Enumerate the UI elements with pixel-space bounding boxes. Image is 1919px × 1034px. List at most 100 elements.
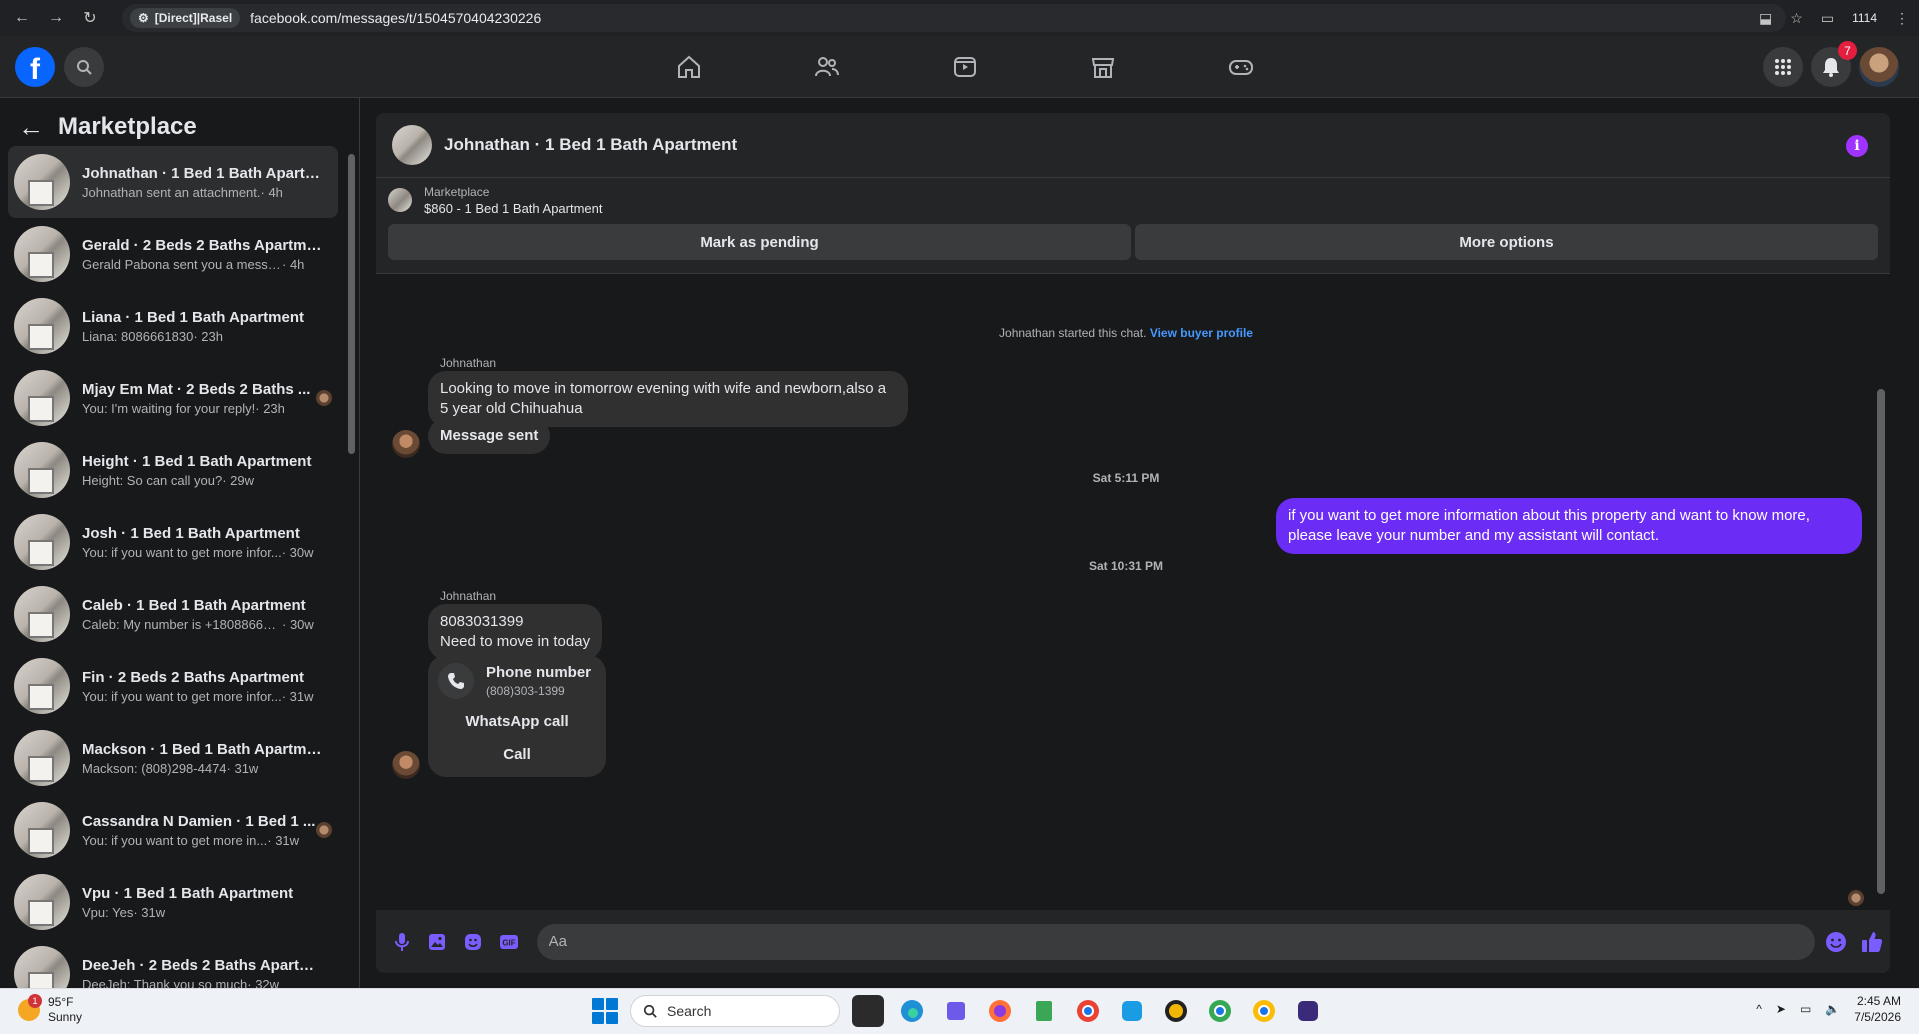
conversation-title: Mackson · 1 Bed 1 Bath Apartment — [82, 740, 322, 758]
composer: GIF — [376, 910, 1890, 973]
video-icon[interactable] — [896, 36, 1034, 98]
conversation-item[interactable]: DeeJeh · 2 Beds 2 Baths Apartm... DeeJeh:… — [8, 938, 338, 988]
mark-as-pending-button[interactable]: Mark as pending — [388, 224, 1131, 260]
listing-banner[interactable]: Marketplace $860 - 1 Bed 1 Bath Apartmen… — [376, 178, 1890, 222]
facebook-logo[interactable]: f — [15, 47, 55, 87]
outgoing-message[interactable]: if you want to get more information abou… — [1276, 498, 1862, 554]
browser-profile-app-icon[interactable] — [1292, 995, 1324, 1027]
conversation-item[interactable]: Mjay Em Mat · 2 Beds 2 Baths ... You: I'm… — [8, 362, 338, 434]
weather-widget[interactable]: 1 95°F Sunny — [18, 994, 82, 1025]
site-info-chip[interactable]: ⚙ [Direct]|Rasel — [130, 8, 241, 28]
chrome-icon-2[interactable] — [1248, 995, 1280, 1027]
conversation-item[interactable]: Caleb · 1 Bed 1 Bath Apartment Caleb: My … — [8, 578, 338, 650]
conversation-preview: Caleb: My number is +180886600... — [82, 616, 282, 632]
listing-avatar[interactable] — [392, 125, 432, 165]
reload-icon[interactable]: ↻ — [78, 6, 102, 30]
windows-start-icon[interactable] — [592, 998, 618, 1024]
vpn-app-icon[interactable] — [1116, 995, 1148, 1027]
chat-started-text: Johnathan started this chat. — [999, 326, 1147, 340]
tray-overflow-icon[interactable]: ^ — [1756, 1002, 1762, 1016]
sidepanel-icon[interactable]: ▭ — [1821, 10, 1834, 27]
bookmark-star-icon[interactable]: ☆ — [1790, 10, 1803, 27]
address-bar[interactable]: ⚙ [Direct]|Rasel facebook.com/messages/t… — [122, 4, 1786, 32]
facebook-topbar: f 7 — [0, 36, 1919, 98]
friends-icon[interactable] — [758, 36, 896, 98]
conversation-item[interactable]: Gerald · 2 Beds 2 Baths Apartme... Gerald… — [8, 218, 338, 290]
menu-kebab-icon[interactable]: ⋮ — [1895, 10, 1909, 27]
sheets-app-icon[interactable] — [1028, 995, 1060, 1027]
gif-icon[interactable]: GIF — [491, 924, 527, 960]
conversation-item[interactable]: Vpu · 1 Bed 1 Bath Apartment Vpu: Yes · 3… — [8, 866, 338, 938]
volume-icon[interactable]: 🔈 — [1825, 1002, 1840, 1016]
phone-number-card: Phone number (808)303-1399 WhatsApp call… — [428, 655, 606, 777]
conversation-item[interactable]: Cassandra N Damien · 1 Bed 1 ... You: if … — [8, 794, 338, 866]
conversation-item[interactable]: Fin · 2 Beds 2 Baths Apartment You: if yo… — [8, 650, 338, 722]
chat-title[interactable]: Johnathan · 1 Bed 1 Bath Apartment — [444, 135, 737, 155]
taskbar-search[interactable]: Search — [630, 995, 840, 1027]
conversation-item[interactable]: Johnathan · 1 Bed 1 Bath Apartm... Johnat… — [8, 146, 338, 218]
sender-name: Johnathan — [440, 589, 497, 603]
firefox-icon[interactable] — [984, 995, 1016, 1027]
more-options-button[interactable]: More options — [1135, 224, 1878, 260]
snipping-tool-icon[interactable] — [940, 995, 972, 1027]
like-thumb-icon[interactable] — [1854, 924, 1890, 960]
sticker-icon[interactable] — [455, 924, 491, 960]
incoming-message-status[interactable]: Message sent — [428, 418, 551, 454]
taskbar-search-label: Search — [667, 1003, 712, 1019]
buyer-avatar[interactable] — [392, 430, 420, 458]
conversation-preview: Liana: 8086661830 — [82, 328, 194, 344]
thread-scrollbar[interactable] — [1876, 274, 1886, 911]
seen-avatar — [316, 822, 332, 838]
conversation-item[interactable]: Liana · 1 Bed 1 Bath Apartment Liana: 808… — [8, 290, 338, 362]
photo-icon[interactable] — [420, 924, 456, 960]
back-icon[interactable]: ← — [10, 6, 34, 30]
listing-thumbnail — [14, 802, 70, 858]
listing-thumbnail — [14, 298, 70, 354]
install-icon[interactable]: ⬓ — [1759, 10, 1772, 27]
weather-badge: 1 — [28, 994, 42, 1008]
chrome-icon[interactable] — [1072, 995, 1104, 1027]
message-input[interactable] — [536, 923, 1815, 960]
incoming-message[interactable]: 8083031399 Need to move in today — [428, 604, 603, 660]
emoji-icon[interactable] — [1819, 924, 1855, 960]
marketplace-icon[interactable] — [1034, 36, 1172, 98]
clock-date: 7/5/2026 — [1854, 1010, 1901, 1024]
forward-icon[interactable]: → — [44, 6, 68, 30]
conversation-item[interactable]: Josh · 1 Bed 1 Bath Apartment You: if you… — [8, 506, 338, 578]
call-button[interactable]: Call — [438, 746, 596, 763]
microphone-icon[interactable] — [384, 924, 420, 960]
sidebar-scrollbar[interactable] — [346, 142, 356, 982]
home-icon[interactable] — [620, 36, 758, 98]
message-thread: Johnathan started this chat. View buyer … — [376, 273, 1890, 910]
conversation-item[interactable]: Mackson · 1 Bed 1 Bath Apartment Mackson:… — [8, 722, 338, 794]
menu-grid-icon[interactable] — [1763, 47, 1803, 87]
account-avatar[interactable] — [1859, 47, 1899, 87]
whatsapp-call-button[interactable]: WhatsApp call — [438, 713, 596, 730]
listing-thumbnail — [14, 586, 70, 642]
view-buyer-profile-link[interactable]: View buyer profile — [1150, 326, 1253, 340]
back-arrow-icon[interactable]: ← — [18, 112, 44, 143]
location-icon[interactable]: ➤ — [1776, 1002, 1786, 1016]
conversation-item[interactable]: Height · 1 Bed 1 Bath Apartment Height: S… — [8, 434, 338, 506]
url-text[interactable]: facebook.com/messages/t/1504570404230226 — [250, 10, 541, 26]
listing-thumbnail — [14, 442, 70, 498]
gaming-icon[interactable] — [1172, 36, 1310, 98]
clock[interactable]: 2:45 AM 7/5/2026 — [1854, 993, 1901, 1025]
edge-icon[interactable] — [896, 995, 928, 1027]
conversation-time: · 31w — [267, 832, 300, 848]
task-view-icon[interactable] — [852, 995, 884, 1027]
buyer-avatar[interactable] — [392, 751, 420, 779]
profile-chip[interactable]: 1114 — [1852, 11, 1877, 25]
sun-icon: 1 — [18, 994, 42, 1021]
xtool-app-icon[interactable] — [1160, 995, 1192, 1027]
listing-thumbnail — [14, 226, 70, 282]
chat-panel: Johnathan · 1 Bed 1 Bath Apartment i Mar… — [376, 113, 1890, 973]
notifications-bell-icon[interactable]: 7 — [1811, 41, 1857, 87]
conversation-time: · 31w — [281, 688, 314, 704]
phone-card-title: Phone number — [486, 664, 592, 681]
search-icon[interactable] — [64, 47, 104, 87]
phone-icon — [438, 663, 474, 699]
info-icon[interactable]: i — [1846, 135, 1868, 157]
network-icon[interactable]: ▭ — [1800, 1002, 1811, 1016]
chrome-profile-icon[interactable] — [1204, 995, 1236, 1027]
